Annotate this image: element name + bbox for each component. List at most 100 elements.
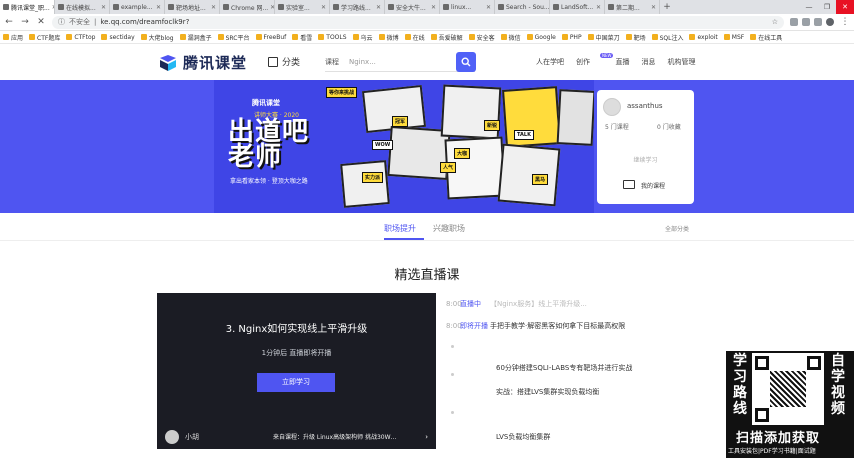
bookmark-item[interactable]: 微信: [500, 33, 521, 42]
browser-tab[interactable]: 安全大牛... ✕: [385, 0, 440, 14]
username[interactable]: assanthus: [627, 102, 663, 110]
bookmark-item[interactable]: SQL注入: [651, 33, 683, 42]
nav-item[interactable]: 消息: [641, 57, 655, 67]
search-button[interactable]: [456, 52, 476, 72]
nav-item[interactable]: 直播: [615, 57, 629, 67]
teacher-photo: [497, 143, 561, 207]
banner-label: TALK: [514, 130, 534, 140]
banner-carousel[interactable]: 等你来挑战 冠军 实力派 人气 新锐 大咖 黑马 TALK WOW 腾讯课堂 讲…: [214, 80, 594, 213]
bookmark-item[interactable]: CTF题库: [29, 33, 60, 42]
schedule-item[interactable]: 60分钟搭建SQLI-LABS专有靶场并进行实战: [496, 361, 632, 375]
bookmark-item[interactable]: SRC平台: [217, 33, 250, 42]
bookmark-item[interactable]: TOOLS: [318, 34, 347, 41]
nav-item[interactable]: 人在学吧: [536, 57, 564, 67]
close-window-button[interactable]: ✕: [836, 0, 854, 14]
bookmark-item[interactable]: 乌云: [352, 33, 373, 42]
live-video-player[interactable]: 3. Nginx如何实现线上平滑升级 1分钟后 直播即将开播 立即学习 小胡 来…: [157, 293, 436, 449]
browser-tab[interactable]: LandSoft... ✕: [550, 0, 605, 14]
nav-item[interactable]: 机构管理: [667, 57, 695, 67]
bookmark-item[interactable]: CTFtop: [66, 34, 95, 41]
courses-count[interactable]: 5 门课程: [605, 122, 629, 131]
folder-icon: [352, 34, 359, 40]
course-source[interactable]: 来自课程：升级 Linux高级架构师 挑战30W…: [273, 432, 397, 441]
browser-tab[interactable]: 第二期... ✕: [605, 0, 660, 14]
teacher-name[interactable]: 小胡: [185, 432, 199, 442]
menu-icon[interactable]: ⋮: [840, 17, 850, 27]
close-icon[interactable]: ✕: [156, 4, 161, 11]
avatar[interactable]: [603, 98, 621, 116]
bookmark-item[interactable]: 漏洞盒子: [179, 33, 212, 42]
search-input[interactable]: 课程 Nginx...: [325, 52, 475, 72]
minimize-button[interactable]: —: [800, 0, 818, 14]
folder-icon: [430, 34, 437, 40]
browser-tab[interactable]: Chrome 网... ✕: [220, 0, 275, 14]
new-tab-button[interactable]: +: [660, 0, 674, 14]
search-scope[interactable]: 课程: [325, 57, 339, 67]
bookmark-item[interactable]: Google: [526, 34, 556, 41]
close-icon[interactable]: ✕: [376, 4, 381, 11]
bookmark-item[interactable]: exploit: [689, 34, 718, 41]
browser-tab[interactable]: 学习路线... ✕: [330, 0, 385, 14]
browser-tab[interactable]: example... ✕: [110, 0, 165, 14]
bookmark-item[interactable]: 靶场: [625, 33, 646, 42]
banner-tagline: 拿出看家本领 · 登顶大咖之路: [230, 178, 308, 185]
browser-tab[interactable]: Search - Sou...✕: [495, 0, 550, 14]
close-icon[interactable]: ✕: [101, 4, 106, 11]
tab-career[interactable]: 职场提升: [384, 223, 416, 234]
bookmark-item[interactable]: MSF: [723, 34, 744, 41]
profile-icon[interactable]: [826, 18, 834, 26]
schedule-item[interactable]: LVS负载均衡集群: [496, 430, 550, 444]
bookmark-item[interactable]: 安全客: [468, 33, 495, 42]
folder-icon: [66, 34, 73, 40]
bookmark-item[interactable]: 大佬blog: [140, 33, 174, 42]
bookmark-item[interactable]: 看雪: [292, 33, 312, 42]
continue-learning-link[interactable]: 继续学习: [597, 155, 694, 164]
bookmark-item[interactable]: 吾爱破解: [430, 33, 463, 42]
star-icon[interactable]: ☆: [772, 18, 778, 26]
folder-icon: [140, 34, 147, 40]
bookmark-item[interactable]: sectiday: [101, 34, 135, 41]
bookmark-item[interactable]: 微博: [378, 33, 399, 42]
chevron-right-icon[interactable]: ›: [425, 433, 428, 441]
active-tab-indicator: [384, 238, 424, 240]
url-input[interactable]: ⓘ 不安全 | ke.qq.com/dreamfoclk9r? ☆: [52, 15, 784, 29]
close-icon[interactable]: ✕: [651, 4, 656, 11]
browser-tab[interactable]: 靶场地址... ✕: [165, 0, 220, 14]
my-course-link[interactable]: 我的课程: [641, 181, 665, 190]
back-icon[interactable]: ←: [4, 17, 14, 27]
bookmark-item[interactable]: FreeBuf: [255, 34, 286, 41]
nav-item-create[interactable]: 创作NEW: [576, 53, 614, 67]
maximize-button[interactable]: ❐: [818, 0, 836, 14]
schedule-item[interactable]: 8:00 即将开播 手把手教学·解密黑客如何拿下目标最高权限: [446, 319, 625, 333]
favicon-icon: [498, 4, 504, 10]
bookmark-item[interactable]: PHP: [561, 34, 582, 41]
close-icon[interactable]: ✕: [321, 4, 326, 11]
favorites-count[interactable]: 0 门收藏: [657, 122, 681, 131]
browser-tab[interactable]: 在线模拟... ✕: [55, 0, 110, 14]
learn-now-button[interactable]: 立即学习: [257, 373, 335, 392]
site-logo[interactable]: 腾讯课堂: [158, 52, 247, 73]
bookmark-item[interactable]: 在线: [404, 33, 425, 42]
forward-icon[interactable]: →: [20, 17, 30, 27]
bookmark-item[interactable]: 中国菜刀: [587, 33, 620, 42]
close-icon[interactable]: ✕: [596, 4, 601, 11]
bookmark-item[interactable]: 在线工具: [750, 33, 782, 42]
schedule-item[interactable]: 8:00 直播中 【Nginx服务】线上平滑升级...: [446, 297, 587, 311]
extension-icon[interactable]: [790, 18, 798, 26]
extension-icon[interactable]: [814, 18, 822, 26]
close-icon[interactable]: ✕: [486, 4, 491, 11]
close-icon[interactable]: ✕: [431, 4, 436, 11]
teacher-avatar[interactable]: [165, 429, 179, 444]
category-menu[interactable]: 分类: [268, 55, 300, 68]
browser-tab[interactable]: 实验室... ✕: [275, 0, 330, 14]
tab-interest[interactable]: 兴趣职场: [433, 223, 465, 234]
all-categories-link[interactable]: 全部分类: [665, 224, 689, 233]
close-icon[interactable]: ✕: [211, 4, 216, 11]
stop-icon[interactable]: ✕: [36, 17, 46, 27]
bookmark-item[interactable]: 应用: [3, 33, 23, 42]
browser-tab[interactable]: 腾讯课堂_职...✕: [0, 0, 55, 14]
search-icon: [461, 57, 471, 67]
extension-icon[interactable]: [802, 18, 810, 26]
schedule-item[interactable]: 实战：搭建LVS集群实现负载均衡: [496, 385, 599, 399]
browser-tab[interactable]: linux... ✕: [440, 0, 495, 14]
